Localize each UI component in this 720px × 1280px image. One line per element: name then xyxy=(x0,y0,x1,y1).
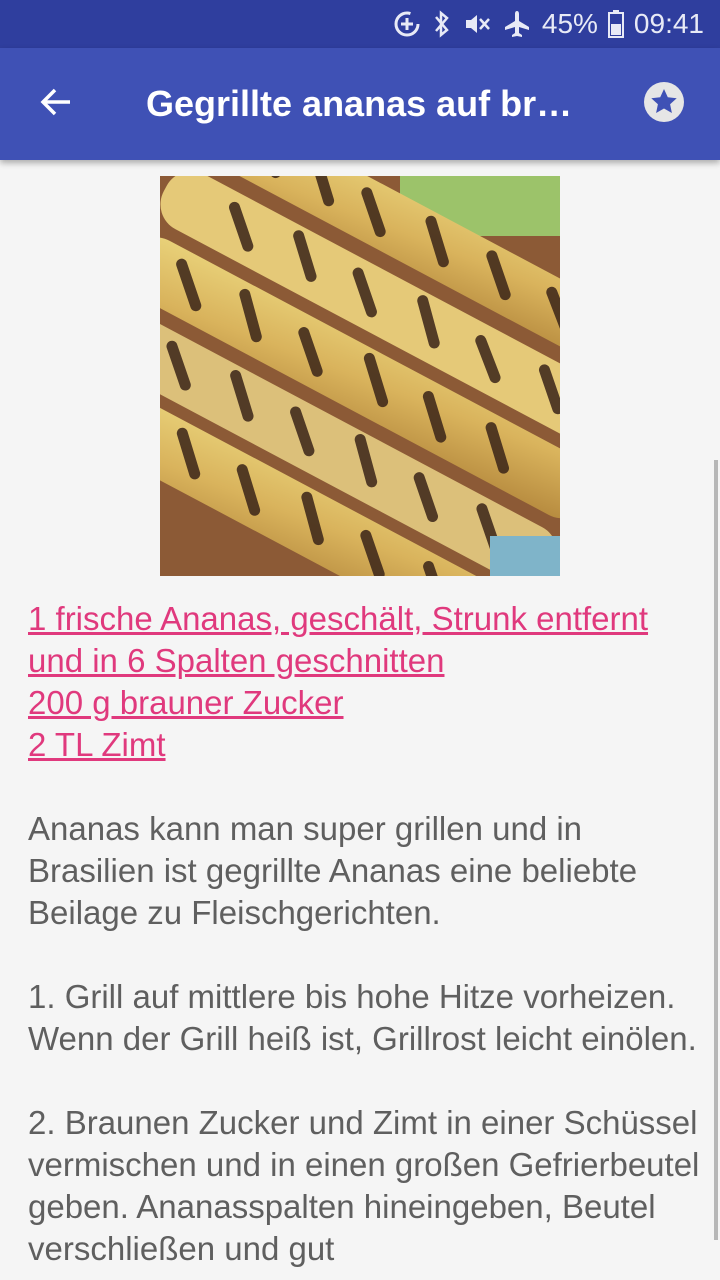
clock: 09:41 xyxy=(633,8,704,39)
data-saver-icon xyxy=(392,9,422,39)
recipe-photo xyxy=(160,176,560,576)
back-button[interactable] xyxy=(0,48,112,160)
ingredient-link[interactable]: 200 g brauner Zucker xyxy=(28,682,712,724)
ingredient-link[interactable]: 1 frische Ananas, geschält, Strunk entfe… xyxy=(28,598,712,682)
battery-icon xyxy=(607,9,624,39)
step-paragraph: 2. Braunen Zucker und Zimt in einer Schü… xyxy=(28,1104,700,1267)
battery-percent: 45% xyxy=(541,8,598,39)
favorite-button[interactable] xyxy=(608,48,720,160)
recipe-content[interactable]: 1 frische Ananas, geschält, Strunk entfe… xyxy=(0,160,720,1280)
bluetooth-icon xyxy=(432,9,452,39)
airplane-icon xyxy=(502,9,532,39)
star-icon xyxy=(643,81,685,128)
status-bar: 45% 09:41 xyxy=(0,0,720,48)
recipe-instructions: Ananas kann man super grillen und in Bra… xyxy=(28,808,708,1280)
intro-paragraph: Ananas kann man super grillen und in Bra… xyxy=(28,810,638,931)
step-paragraph: 1. Grill auf mittlere bis hohe Hitze vor… xyxy=(28,978,697,1057)
arrow-left-icon xyxy=(38,84,74,125)
ingredient-list: 1 frische Ananas, geschält, Strunk entfe… xyxy=(28,598,712,766)
mute-vibrate-icon xyxy=(462,9,492,39)
scrollbar[interactable] xyxy=(714,460,718,1240)
app-bar: Gegrillte ananas auf br… xyxy=(0,48,720,160)
ingredient-link[interactable]: 2 TL Zimt xyxy=(28,724,712,766)
page-title: Gegrillte ananas auf br… xyxy=(146,83,573,124)
